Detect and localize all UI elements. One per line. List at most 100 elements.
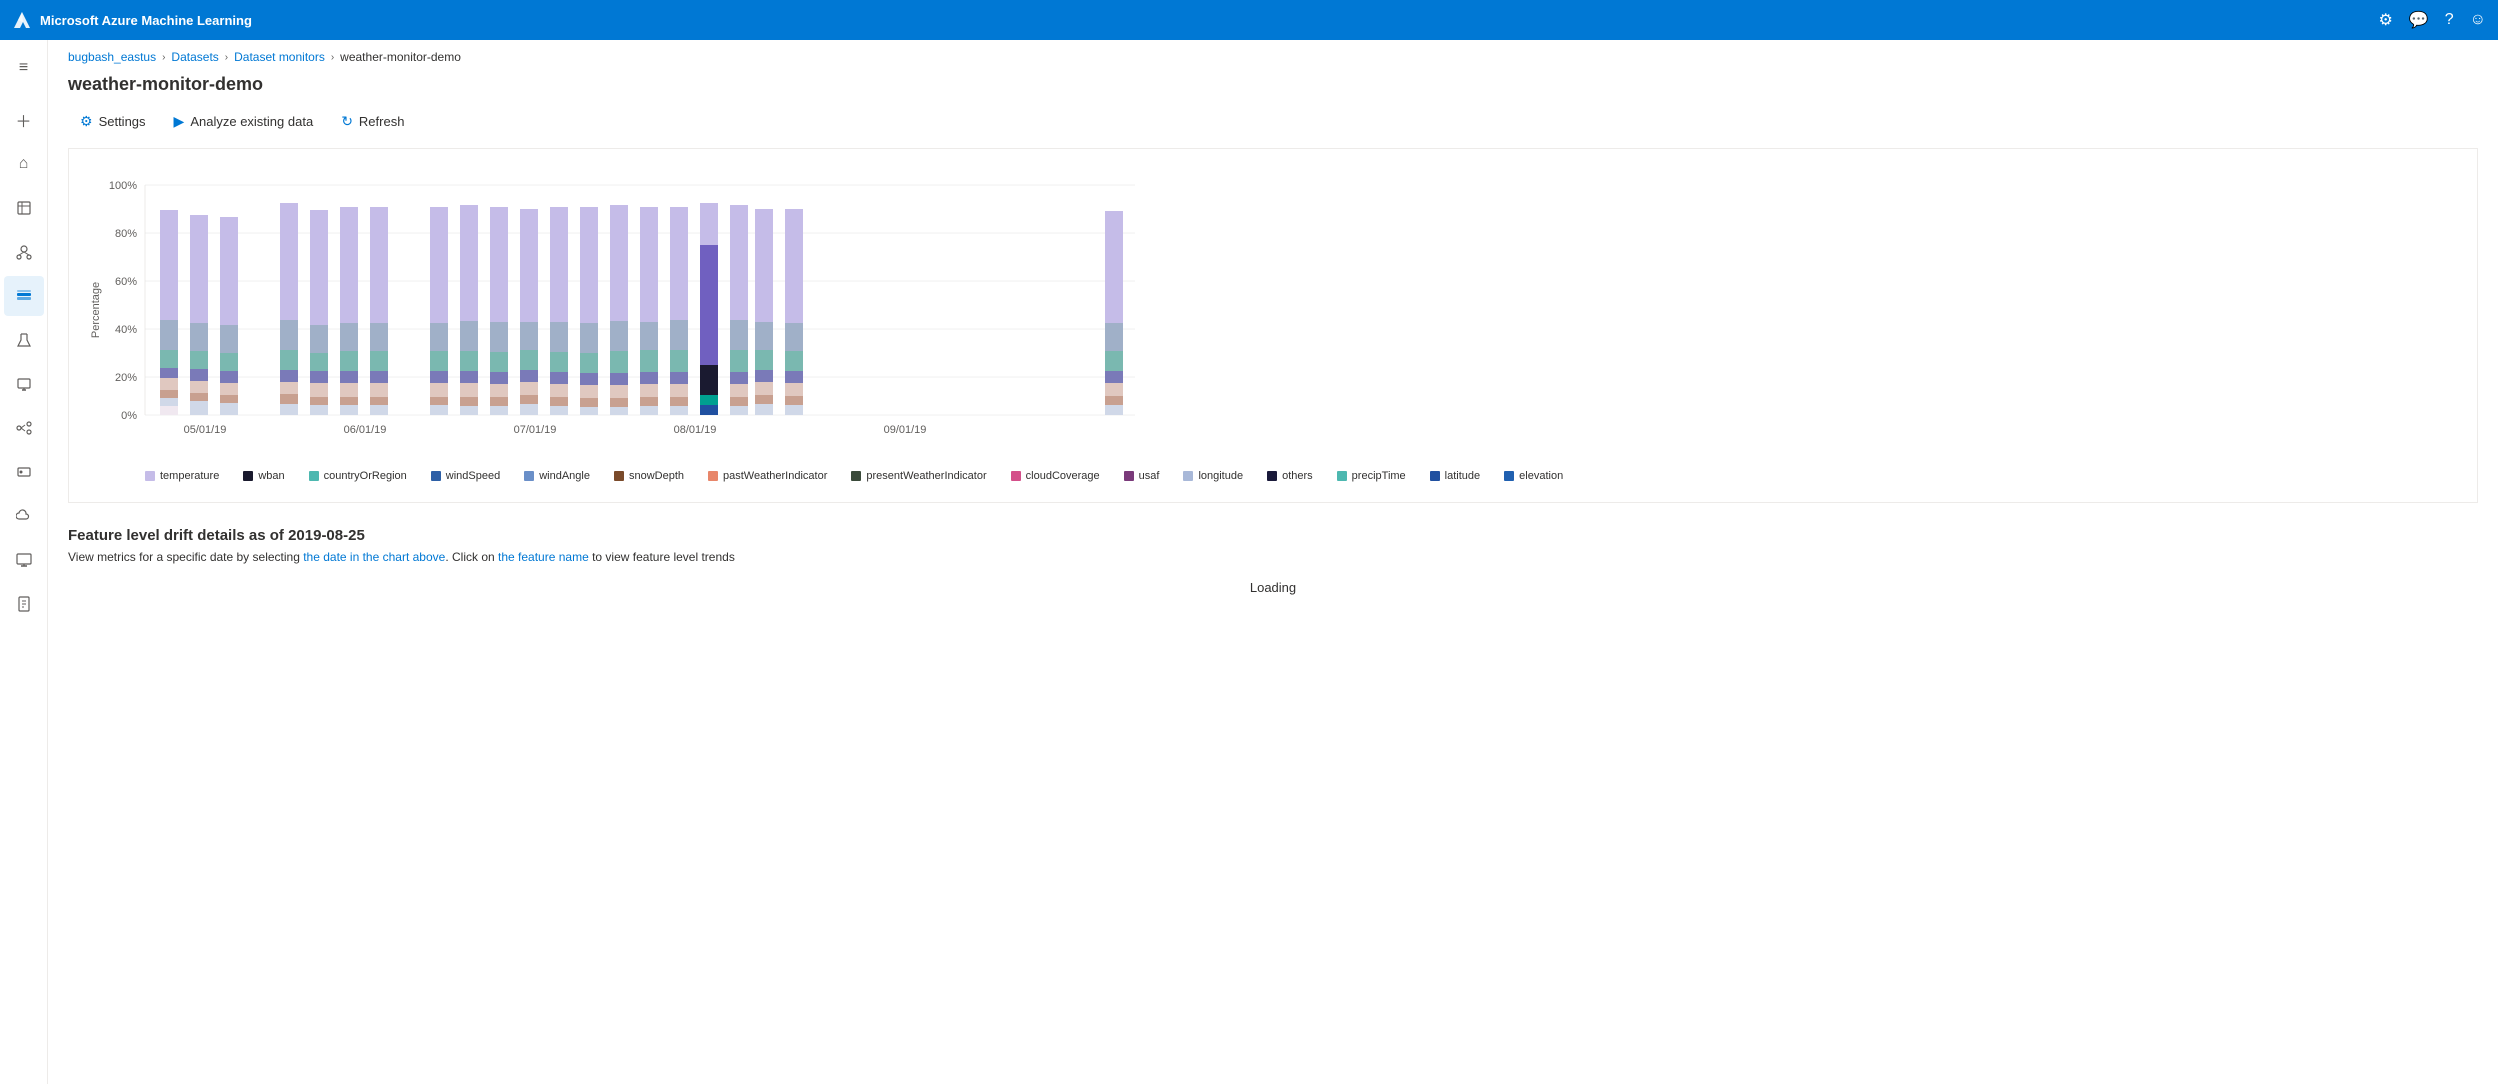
sidebar-item-compute[interactable]: [4, 364, 44, 404]
bar-other-9[interactable]: [490, 372, 508, 384]
bar-snow-15[interactable]: [370, 383, 388, 397]
bar-wind-1[interactable]: [160, 320, 178, 350]
bar-country-5[interactable]: [310, 353, 328, 371]
bar-country-15[interactable]: [370, 351, 388, 371]
bar-other-3[interactable]: [220, 371, 238, 383]
bar-lon-2[interactable]: [190, 401, 208, 415]
bar-lon-9[interactable]: [490, 406, 508, 415]
bar-misc-12[interactable]: [640, 397, 658, 406]
feedback-icon[interactable]: 💬: [2409, 10, 2429, 30]
bar-wind-2[interactable]: [190, 323, 208, 351]
bar-misc-21[interactable]: [1105, 396, 1123, 405]
bar-wind-4[interactable]: [280, 320, 298, 350]
bar-lon-7[interactable]: [430, 405, 448, 415]
bar-country-12[interactable]: [640, 350, 658, 372]
analyze-button[interactable]: ▶ Analyze existing data: [162, 107, 326, 136]
bar-misc-16[interactable]: [520, 395, 538, 404]
sidebar-item-datasets[interactable]: [4, 276, 44, 316]
bar-country-10[interactable]: [580, 353, 598, 373]
bar-country-19[interactable]: [730, 350, 748, 372]
bar-other-15[interactable]: [370, 371, 388, 383]
bar-snow-1[interactable]: [160, 378, 178, 390]
sidebar-item-favorites[interactable]: [4, 188, 44, 228]
bar-wind-10[interactable]: [580, 323, 598, 353]
bar-other-5[interactable]: [310, 371, 328, 383]
sidebar-item-cloud[interactable]: [4, 496, 44, 536]
bar-country-16[interactable]: [520, 350, 538, 370]
bar-lon-17[interactable]: [550, 406, 568, 415]
bar-other-8[interactable]: [460, 371, 478, 383]
bar-snow-9[interactable]: [490, 384, 508, 397]
bar-misc-1[interactable]: [160, 390, 178, 398]
chart-svg-wrapper[interactable]: 100% 80% 60% 40% 20% 0% Percentage: [85, 165, 2461, 458]
bar-other-1[interactable]: [160, 368, 178, 378]
bar-wind-21[interactable]: [1105, 323, 1123, 351]
refresh-button[interactable]: ↻ Refresh: [329, 107, 416, 136]
breadcrumb-item-datasets[interactable]: Datasets: [171, 50, 218, 64]
bar-misc-5[interactable]: [310, 397, 328, 405]
bar-snow-8[interactable]: [460, 383, 478, 397]
sidebar-item-models[interactable]: [4, 232, 44, 272]
bar-country-2[interactable]: [190, 351, 208, 369]
bar-ws-13[interactable]: [700, 405, 718, 415]
bar-country-4[interactable]: [280, 350, 298, 370]
bar-wban-13[interactable]: [700, 365, 718, 395]
bar-other-2[interactable]: [190, 369, 208, 381]
bar-other-19[interactable]: [730, 372, 748, 384]
bar-wind-16[interactable]: [520, 322, 538, 350]
bar-snow-12[interactable]: [640, 384, 658, 397]
bar-snow-3[interactable]: [220, 383, 238, 395]
bar-country-11[interactable]: [610, 351, 628, 373]
bar-wind-8[interactable]: [460, 321, 478, 351]
drift-subtitle-link2[interactable]: the feature name: [498, 550, 589, 564]
bar-misc-20[interactable]: [755, 395, 773, 404]
settings-button[interactable]: ⚙ Settings: [68, 107, 158, 136]
drift-chart[interactable]: 100% 80% 60% 40% 20% 0% Percentage: [85, 165, 1145, 455]
bar-misc-2[interactable]: [190, 393, 208, 401]
bar-lon-1[interactable]: [160, 398, 178, 406]
bar-other-7[interactable]: [430, 371, 448, 383]
bar-lon-19[interactable]: [730, 406, 748, 415]
bar-other-4[interactable]: [280, 370, 298, 382]
bar-misc-14[interactable]: [785, 396, 803, 405]
bar-snow-18[interactable]: [670, 384, 688, 397]
bar-lon-5[interactable]: [310, 405, 328, 415]
bar-lon-16[interactable]: [520, 404, 538, 415]
bar-lon-4[interactable]: [280, 404, 298, 415]
bar-wind-20[interactable]: [755, 322, 773, 350]
bar-misc-18[interactable]: [670, 397, 688, 406]
help-icon[interactable]: ?: [2445, 11, 2454, 29]
bar-other-16[interactable]: [520, 370, 538, 382]
bar-lon-14[interactable]: [785, 405, 803, 415]
bar-lon-10[interactable]: [580, 407, 598, 415]
bar-misc-19[interactable]: [730, 397, 748, 406]
bar-snow-2[interactable]: [190, 381, 208, 393]
bar-snow-21[interactable]: [1105, 383, 1123, 396]
bar-snow-16[interactable]: [520, 382, 538, 395]
bar-wind-19[interactable]: [730, 320, 748, 350]
bar-snow-5[interactable]: [310, 383, 328, 397]
drift-subtitle-link1[interactable]: the date in the chart above: [303, 550, 445, 564]
bar-misc-17[interactable]: [550, 397, 568, 406]
bar-misc-6[interactable]: [340, 397, 358, 405]
bar-other-12[interactable]: [640, 372, 658, 384]
breadcrumb-item-workspace[interactable]: bugbash_eastus: [68, 50, 156, 64]
bar-misc-11[interactable]: [610, 398, 628, 407]
sidebar-item-home[interactable]: ⌂: [4, 144, 44, 184]
bar-lon-18[interactable]: [670, 406, 688, 415]
bar-misc2-1[interactable]: [160, 406, 178, 415]
bar-wind-7[interactable]: [430, 323, 448, 351]
bar-country-20[interactable]: [755, 350, 773, 370]
sidebar-item-pipelines[interactable]: [4, 408, 44, 448]
bar-misc-3[interactable]: [220, 395, 238, 403]
bar-other-6[interactable]: [340, 371, 358, 383]
bar-country-3[interactable]: [220, 353, 238, 371]
bar-misc-4[interactable]: [280, 394, 298, 404]
bar-snow-11[interactable]: [610, 385, 628, 398]
bar-snow-6[interactable]: [340, 383, 358, 397]
sidebar-item-plus[interactable]: ＋: [4, 100, 44, 140]
bar-wind-12[interactable]: [640, 322, 658, 350]
bar-snow-4[interactable]: [280, 382, 298, 394]
bar-snow-20[interactable]: [755, 382, 773, 395]
bar-wind-3[interactable]: [220, 325, 238, 353]
